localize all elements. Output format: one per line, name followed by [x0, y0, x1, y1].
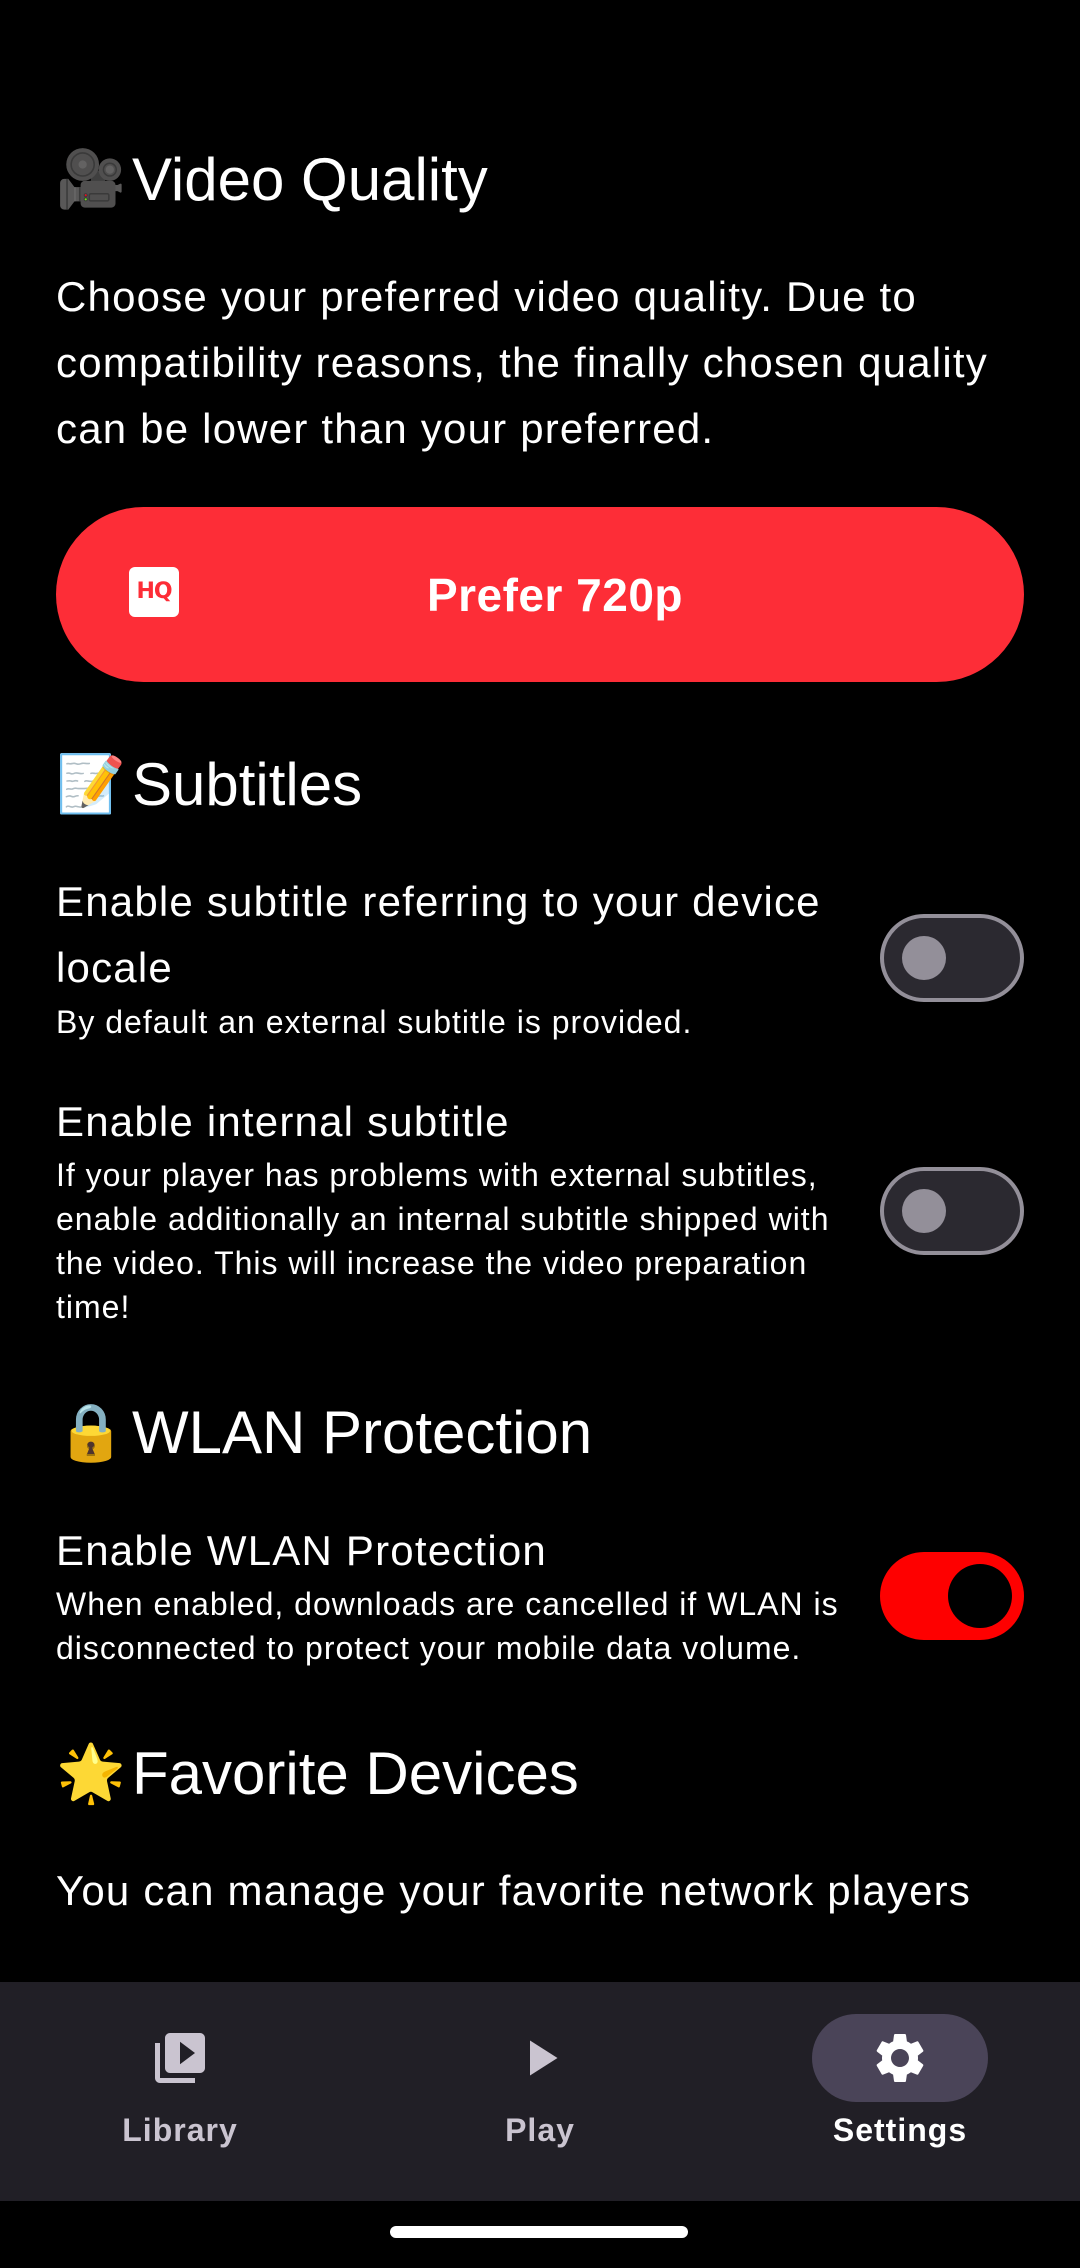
hq-icon: HQ — [129, 567, 179, 617]
nav-item-settings[interactable]: Settings — [720, 1982, 1080, 2201]
subtitle-locale-setting[interactable]: Enable subtitle referring to your device… — [56, 869, 1024, 1049]
favorites-description: You can manage your favorite network pla… — [56, 1867, 972, 1914]
favorites-title: Favorite Devices — [132, 1740, 579, 1807]
internal-subtitle-setting[interactable]: Enable internal subtitle If your player … — [56, 1089, 1024, 1329]
toggle-knob — [902, 936, 946, 980]
memo-icon: 📝 — [56, 752, 126, 817]
subtitle-locale-toggle[interactable] — [880, 914, 1024, 1002]
video-quality-title: Video Quality — [132, 146, 488, 213]
subtitles-title: Subtitles — [132, 751, 363, 818]
toggle-knob — [902, 1189, 946, 1233]
gear-icon — [876, 2034, 924, 2082]
bottom-navigation: Library Play Settings — [0, 1982, 1080, 2201]
favorites-heading: 🌟 Favorite Devices — [56, 1738, 579, 1810]
wlan-title: WLAN Protection — [132, 1399, 593, 1466]
prefer-quality-label: Prefer 720p — [426, 568, 684, 621]
lock-icon: 🔒 — [56, 1400, 126, 1465]
nav-label-library: Library — [122, 2112, 238, 2148]
subtitle-locale-subtitle: By default an external subtitle is provi… — [56, 1004, 693, 1040]
nav-item-play[interactable]: Play — [360, 1982, 720, 2201]
video-camera-icon: 🎥 — [56, 147, 126, 212]
wlan-protection-setting[interactable]: Enable WLAN Protection When enabled, dow… — [56, 1518, 1024, 1678]
wlan-protection-subtitle: When enabled, downloads are cancelled if… — [56, 1586, 839, 1666]
internal-subtitle-subtitle: If your player has problems with externa… — [56, 1157, 830, 1325]
prefer-quality-button[interactable]: HQ Prefer 720p — [56, 507, 1024, 682]
nav-label-settings: Settings — [832, 2112, 968, 2148]
wlan-protection-title: Enable WLAN Protection — [56, 1527, 547, 1574]
video-quality-description: Choose your preferred video quality. Due… — [56, 273, 988, 452]
gesture-home-bar[interactable] — [390, 2226, 688, 2238]
internal-subtitle-title: Enable internal subtitle — [56, 1098, 510, 1145]
nav-label-play: Play — [505, 2112, 575, 2148]
subtitles-heading: 📝 Subtitles — [56, 749, 362, 821]
wlan-protection-toggle[interactable] — [880, 1552, 1024, 1640]
toggle-knob — [948, 1564, 1012, 1628]
wlan-heading: 🔒 WLAN Protection — [56, 1397, 592, 1469]
play-icon — [530, 2040, 558, 2076]
internal-subtitle-toggle[interactable] — [880, 1167, 1024, 1255]
subtitle-locale-title: Enable subtitle referring to your device… — [56, 878, 821, 991]
star-icon: 🌟 — [56, 1741, 126, 1806]
video-library-icon — [155, 2033, 205, 2083]
nav-item-library[interactable]: Library — [0, 1982, 360, 2201]
video-quality-heading: 🎥 Video Quality — [56, 144, 488, 216]
